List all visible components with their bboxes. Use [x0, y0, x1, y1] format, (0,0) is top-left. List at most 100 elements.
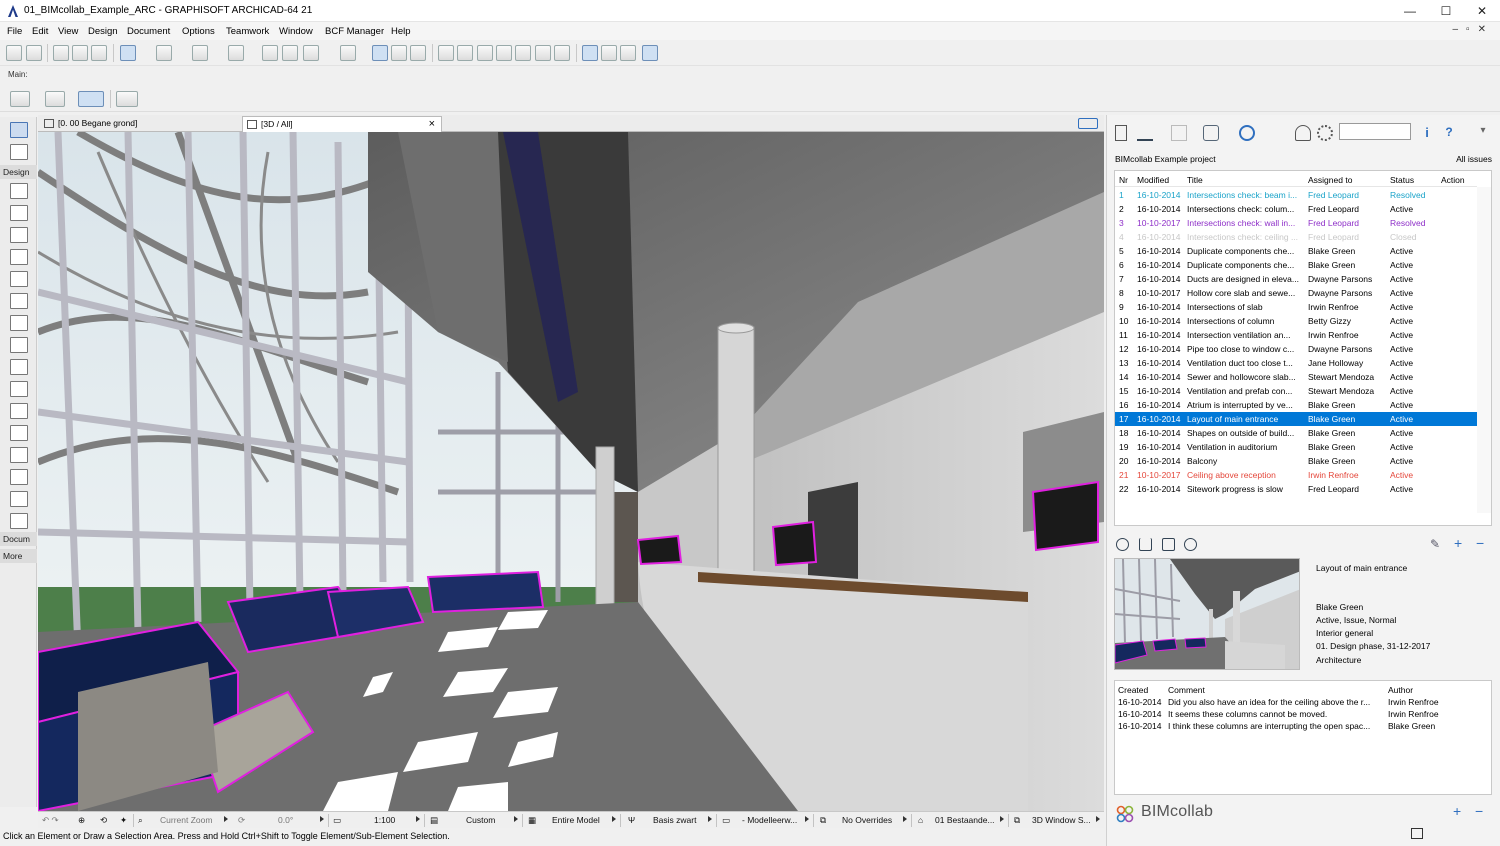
issue-row[interactable]: 8 10-10-2017 Hollow core slab and sewe... D… — [1115, 286, 1477, 300]
comment-row[interactable]: 16-10-2014 Did you also have an idea for … — [1115, 696, 1479, 708]
layers-icon[interactable] — [303, 45, 319, 61]
slab-tool-icon[interactable] — [10, 293, 28, 309]
info-icon[interactable]: i — [1419, 125, 1435, 141]
menu-view[interactable]: View — [58, 26, 78, 37]
current-zoom-dropdown[interactable]: Current Zoom — [160, 815, 212, 825]
issue-row[interactable]: 15 16-10-2014 Ventilation and prefab con..… — [1115, 384, 1477, 398]
intersect-icon[interactable] — [457, 45, 473, 61]
issue-row[interactable]: 9 16-10-2014 Intersections of slab Irwin Re… — [1115, 300, 1477, 314]
column-status[interactable]: Status — [1390, 173, 1438, 187]
axonometry-icon[interactable] — [410, 45, 426, 61]
snap-guides-icon[interactable] — [120, 45, 136, 61]
adjust-icon[interactable] — [477, 45, 493, 61]
sync-icon[interactable] — [1239, 125, 1255, 141]
issue-row[interactable]: 14 16-10-2014 Sewer and hollowcore slab...… — [1115, 370, 1477, 384]
arrow-tool-icon[interactable] — [116, 91, 138, 107]
issue-row[interactable]: 21 10-10-2017 Ceiling above reception Irwin… — [1115, 468, 1477, 482]
orbit-status-icon[interactable]: ⟲ — [100, 815, 107, 826]
issue-row[interactable]: 16 16-10-2014 Atrium is interrupted by ve.… — [1115, 398, 1477, 412]
column-assigned[interactable]: Assigned to — [1308, 173, 1388, 187]
tab-close-icon[interactable]: × — [429, 117, 435, 132]
remove-issue-icon[interactable]: − — [1475, 803, 1483, 819]
issue-row[interactable]: 17 16-10-2014 Layout of main entrance Blake… — [1115, 412, 1477, 426]
cursor-snap-icon[interactable] — [282, 45, 298, 61]
column-tool-icon[interactable] — [10, 249, 28, 265]
zoom-in-icon[interactable]: ⊕ — [78, 815, 85, 826]
issue-snapshot[interactable] — [1114, 558, 1300, 670]
column-action[interactable]: Action — [1441, 173, 1477, 187]
menu-teamwork[interactable]: Teamwork — [226, 26, 269, 37]
column-comment[interactable]: Comment — [1168, 684, 1386, 696]
door-tool-icon[interactable] — [10, 205, 28, 221]
zoom-icon[interactable]: ⌕ — [138, 815, 143, 826]
explode-icon[interactable] — [535, 45, 551, 61]
magic-wand-icon[interactable] — [53, 45, 69, 61]
floor-plan-view-icon[interactable] — [372, 45, 388, 61]
column-title[interactable]: Title — [1187, 173, 1305, 187]
renovation-filter-dropdown[interactable]: 01 Bestaande... — [935, 815, 995, 825]
chevron-right-icon[interactable] — [1096, 816, 1100, 822]
issue-row[interactable]: 7 16-10-2014 Ducts are designed in eleva..… — [1115, 272, 1477, 286]
issue-row[interactable]: 2 16-10-2014 Intersections check: colum...… — [1115, 202, 1477, 216]
apply-view-icon[interactable] — [1139, 538, 1152, 551]
issue-row[interactable]: 3 10-10-2017 Intersections check: wall in.… — [1115, 216, 1477, 230]
model-filter-dropdown[interactable]: Entire Model — [552, 815, 600, 825]
arrow-select-icon[interactable] — [10, 122, 28, 138]
help-icon[interactable]: ? — [1441, 125, 1457, 141]
layer-combination-dropdown[interactable]: Custom — [466, 815, 495, 825]
issue-row[interactable]: 12 16-10-2014 Pipe too close to window c..… — [1115, 342, 1477, 356]
pen-set-dropdown[interactable]: Basis zwart — [653, 815, 696, 825]
suspend-groups-icon[interactable] — [262, 45, 278, 61]
shell-tool-icon[interactable] — [10, 381, 28, 397]
stair-tool-icon[interactable] — [10, 315, 28, 331]
column-nr[interactable]: Nr — [1119, 173, 1135, 187]
orbit-icon[interactable] — [78, 91, 104, 107]
zone-tool-icon[interactable] — [10, 491, 28, 507]
curtain-wall-tool-icon[interactable] — [10, 425, 28, 441]
chevron-right-icon[interactable] — [320, 816, 324, 822]
chevron-right-icon[interactable] — [416, 816, 420, 822]
issue-row[interactable]: 6 16-10-2014 Duplicate components che... Bl… — [1115, 258, 1477, 272]
morph-tool-icon[interactable] — [10, 447, 28, 463]
3d-cutaway-icon[interactable] — [601, 45, 617, 61]
3d-window-icon[interactable] — [620, 45, 636, 61]
filter-icon[interactable] — [1295, 125, 1311, 141]
column-created[interactable]: Created — [1118, 684, 1166, 696]
select-elements-icon[interactable] — [1184, 538, 1197, 551]
wall-tool-icon[interactable] — [10, 183, 28, 199]
chevron-down-icon[interactable]: ▾ — [1475, 125, 1491, 141]
marquee-select-icon[interactable] — [10, 144, 28, 160]
column-author[interactable]: Author — [1388, 684, 1478, 696]
tab-3d[interactable]: [3D / All] × — [242, 116, 442, 132]
comment-row[interactable]: 16-10-2014 I think these columns are inte… — [1115, 720, 1479, 732]
chevron-right-icon[interactable] — [1000, 816, 1004, 822]
chevron-right-icon[interactable] — [805, 816, 809, 822]
menu-bcf-manager[interactable]: BCF Manager — [325, 26, 384, 37]
angle-readout[interactable]: 0.0° — [278, 815, 293, 825]
chevron-right-icon[interactable] — [708, 816, 712, 822]
pick-up-icon[interactable] — [72, 45, 88, 61]
section-box-icon[interactable] — [1162, 538, 1175, 551]
search-input[interactable] — [1339, 123, 1411, 140]
beam-tool-icon[interactable] — [10, 271, 28, 287]
panel-toggle-icon[interactable] — [1411, 828, 1423, 839]
issue-row[interactable]: 13 16-10-2014 Ventilation duct too close t… — [1115, 356, 1477, 370]
mesh-tool-icon[interactable] — [10, 513, 28, 529]
toolbox-document-label[interactable]: Docum — [0, 532, 37, 546]
graphic-overrides-dropdown[interactable]: No Overrides — [842, 815, 892, 825]
grid-snap-icon[interactable] — [228, 45, 244, 61]
chevron-right-icon[interactable] — [612, 816, 616, 822]
toolbox-more-label[interactable]: More — [0, 549, 37, 563]
zoom-to-issue-icon[interactable] — [1116, 538, 1129, 551]
edit-icon[interactable]: ✎ — [1430, 537, 1440, 551]
close-button[interactable]: ✕ — [1464, 0, 1500, 22]
add-comment-icon[interactable]: + — [1454, 535, 1462, 551]
undo-view-icon[interactable]: ↶ ↷ — [42, 815, 59, 826]
tab-floor-plan[interactable]: [0. 00 Begane grond] — [40, 116, 240, 132]
menu-window[interactable]: Window — [279, 26, 313, 37]
issue-row[interactable]: 5 16-10-2014 Duplicate components che... Bl… — [1115, 244, 1477, 258]
inject-icon[interactable] — [91, 45, 107, 61]
issue-row[interactable]: 22 16-10-2014 Sitework progress is slow Fre… — [1115, 482, 1477, 496]
skylight-tool-icon[interactable] — [10, 403, 28, 419]
railing-tool-icon[interactable] — [10, 337, 28, 353]
